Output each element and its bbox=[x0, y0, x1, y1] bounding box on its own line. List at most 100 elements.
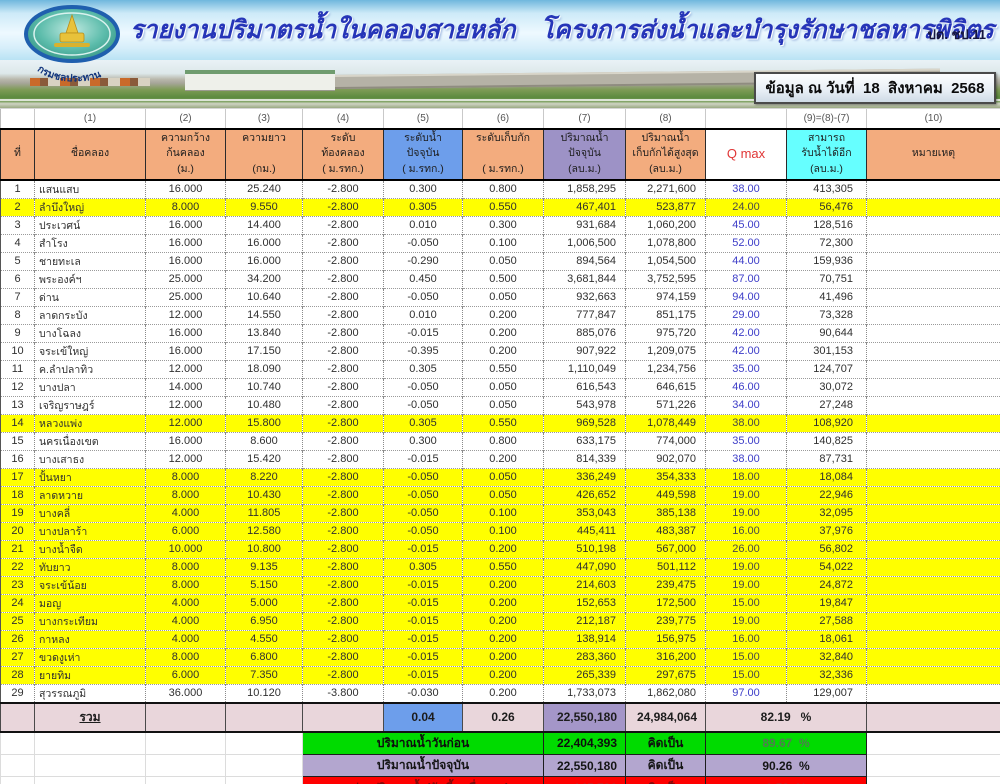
cell-total-blank-bed bbox=[303, 703, 384, 732]
summary-blank-remarks bbox=[867, 732, 1000, 755]
cell-canal-name: ปั้นหยา bbox=[35, 468, 146, 486]
cell-remaining-capacity: 56,476 bbox=[787, 198, 867, 216]
cell-length: 10.120 bbox=[226, 684, 303, 703]
cell-remaining-capacity: 18,061 bbox=[787, 630, 867, 648]
cell-bottom-width: 25.000 bbox=[146, 288, 226, 306]
data-date-label: ข้อมูล ณ วันที่ 18 สิงหาคม 2568 bbox=[754, 72, 996, 104]
column-headers-row: ที่ชื่อคลองความกว้าง ก้นคลอง (ม.)ความยาว… bbox=[1, 129, 1000, 180]
cell-remarks bbox=[867, 558, 1000, 576]
cell-length: 6.800 bbox=[226, 648, 303, 666]
cell-canal-name: แสนแสบ bbox=[35, 180, 146, 199]
cell-no: 21 bbox=[1, 540, 35, 558]
cell-bottom-width: 16.000 bbox=[146, 324, 226, 342]
cell-max-volume: 172,500 bbox=[626, 594, 706, 612]
cell-max-volume: 567,000 bbox=[626, 540, 706, 558]
cell-no: 7 bbox=[1, 288, 35, 306]
table-row-25: 25บางกระเทียม4.0006.950-2.800-0.0150.200… bbox=[1, 612, 1000, 630]
cell-no: 27 bbox=[1, 648, 35, 666]
cell-remarks bbox=[867, 378, 1000, 396]
cell-qmax: 35.00 bbox=[706, 432, 787, 450]
cell-remaining-capacity: 140,825 bbox=[787, 432, 867, 450]
cell-length: 18.090 bbox=[226, 360, 303, 378]
col-header-current-level: ระดับน้ำ ปัจจุบัน ( ม.รทก.) bbox=[384, 129, 463, 180]
cell-max-volume: 156,975 bbox=[626, 630, 706, 648]
cell-qmax: 34.00 bbox=[706, 396, 787, 414]
cell-qmax: 19.00 bbox=[706, 576, 787, 594]
cell-remarks bbox=[867, 216, 1000, 234]
department-seal-icon: กรมชลประทาน bbox=[12, 3, 130, 83]
cell-canal-name: บางคลี่ bbox=[35, 504, 146, 522]
cell-length: 12.580 bbox=[226, 522, 303, 540]
table-row-11: 11ค.ลำปลาทิว12.00018.090-2.8000.3050.550… bbox=[1, 360, 1000, 378]
cell-canal-name: บางโฉลง bbox=[35, 324, 146, 342]
cell-current-volume: 932,663 bbox=[544, 288, 626, 306]
cell-bed-level: -2.800 bbox=[303, 630, 384, 648]
cell-max-volume: 774,000 bbox=[626, 432, 706, 450]
cell-retention-level: 0.200 bbox=[463, 540, 544, 558]
page-title: รายงานปริมาตรน้ำในคลองสายหลัก โครงการส่ง… bbox=[130, 10, 880, 50]
cell-qmax: 42.00 bbox=[706, 342, 787, 360]
cell-current-level: 0.300 bbox=[384, 180, 463, 199]
cell-max-volume: 297,675 bbox=[626, 666, 706, 684]
cell-remarks bbox=[867, 432, 1000, 450]
cell-bottom-width: 10.000 bbox=[146, 540, 226, 558]
cell-bottom-width: 16.000 bbox=[146, 216, 226, 234]
col-number-remaining-capacity: (9)=(8)-(7) bbox=[787, 109, 867, 129]
cell-canal-name: ทับยาว bbox=[35, 558, 146, 576]
cell-retention-level: 0.200 bbox=[463, 594, 544, 612]
cell-canal-name: ประเวศน์ bbox=[35, 216, 146, 234]
col-number-canal-name: (1) bbox=[35, 109, 146, 129]
table-row-12: 12บางปลา14.00010.740-2.800-0.0500.050616… bbox=[1, 378, 1000, 396]
cell-no: 9 bbox=[1, 324, 35, 342]
table-row-22: 22ทับยาว8.0009.135-2.8000.3050.550447,09… bbox=[1, 558, 1000, 576]
cell-length: 4.550 bbox=[226, 630, 303, 648]
cell-canal-name: พระองค์ฯ bbox=[35, 270, 146, 288]
cell-current-level: 0.305 bbox=[384, 558, 463, 576]
cell-canal-name: บางปลา bbox=[35, 378, 146, 396]
cell-current-level: -0.015 bbox=[384, 630, 463, 648]
cell-canal-name: บางน้ำจืด bbox=[35, 540, 146, 558]
table-row-20: 20บางปลาร้า6.00012.580-2.800-0.0500.1004… bbox=[1, 522, 1000, 540]
cell-bottom-width: 12.000 bbox=[146, 360, 226, 378]
table-row-17: 17ปั้นหยา8.0008.220-2.800-0.0500.050336,… bbox=[1, 468, 1000, 486]
cell-qmax: 45.00 bbox=[706, 216, 787, 234]
cell-length: 8.600 bbox=[226, 432, 303, 450]
cell-length: 10.480 bbox=[226, 396, 303, 414]
cell-bottom-width: 6.000 bbox=[146, 666, 226, 684]
cell-current-level: 0.300 bbox=[384, 432, 463, 450]
cell-remarks bbox=[867, 396, 1000, 414]
table-row-9: 9บางโฉลง16.00013.840-2.800-0.0150.200885… bbox=[1, 324, 1000, 342]
cell-qmax: 15.00 bbox=[706, 648, 787, 666]
cell-no: 19 bbox=[1, 504, 35, 522]
cell-current-level: -0.050 bbox=[384, 288, 463, 306]
cell-max-volume: 851,175 bbox=[626, 306, 706, 324]
cell-remarks bbox=[867, 360, 1000, 378]
cell-bottom-width: 4.000 bbox=[146, 630, 226, 648]
col-header-current-volume: ปริมาณน้ำ ปัจจุบัน (ลบ.ม.) bbox=[544, 129, 626, 180]
cell-current-volume: 265,339 bbox=[544, 666, 626, 684]
cell-retention-level: 0.050 bbox=[463, 288, 544, 306]
cell-current-volume: 214,603 bbox=[544, 576, 626, 594]
cell-total-blank-remarks bbox=[867, 703, 1000, 732]
cell-remarks bbox=[867, 450, 1000, 468]
cell-canal-name: ลำบึงใหญ่ bbox=[35, 198, 146, 216]
cell-remaining-capacity: 30,072 bbox=[787, 378, 867, 396]
col-header-length: ความยาว (กม.) bbox=[226, 129, 303, 180]
cell-max-volume: 385,138 bbox=[626, 504, 706, 522]
cell-bed-level: -2.800 bbox=[303, 486, 384, 504]
cell-remaining-capacity: 27,248 bbox=[787, 396, 867, 414]
cell-remarks bbox=[867, 468, 1000, 486]
cell-total-blank-no bbox=[1, 703, 35, 732]
summary-label-current-volume: ปริมาณน้ำปัจจุบัน bbox=[303, 754, 544, 777]
column-numbers-row: (1)(2)(3)(4)(5)(6)(7)(8)(9)=(8)-(7)(10) bbox=[1, 109, 1000, 129]
cell-no: 14 bbox=[1, 414, 35, 432]
cell-qmax: 19.00 bbox=[706, 486, 787, 504]
table-row-3: 3ประเวศน์16.00014.400-2.8000.0100.300931… bbox=[1, 216, 1000, 234]
col-header-bed-level: ระดับ ท้องคลอง ( ม.รทก.) bbox=[303, 129, 384, 180]
col-header-bottom-width: ความกว้าง ก้นคลอง (ม.) bbox=[146, 129, 226, 180]
cell-bottom-width: 8.000 bbox=[146, 648, 226, 666]
table-row-24: 24มอญ4.0005.000-2.800-0.0150.200152,6531… bbox=[1, 594, 1000, 612]
cell-current-level: 0.305 bbox=[384, 198, 463, 216]
cell-bed-level: -3.800 bbox=[303, 684, 384, 703]
unit-label: ปต. ชป.11 bbox=[928, 24, 986, 45]
